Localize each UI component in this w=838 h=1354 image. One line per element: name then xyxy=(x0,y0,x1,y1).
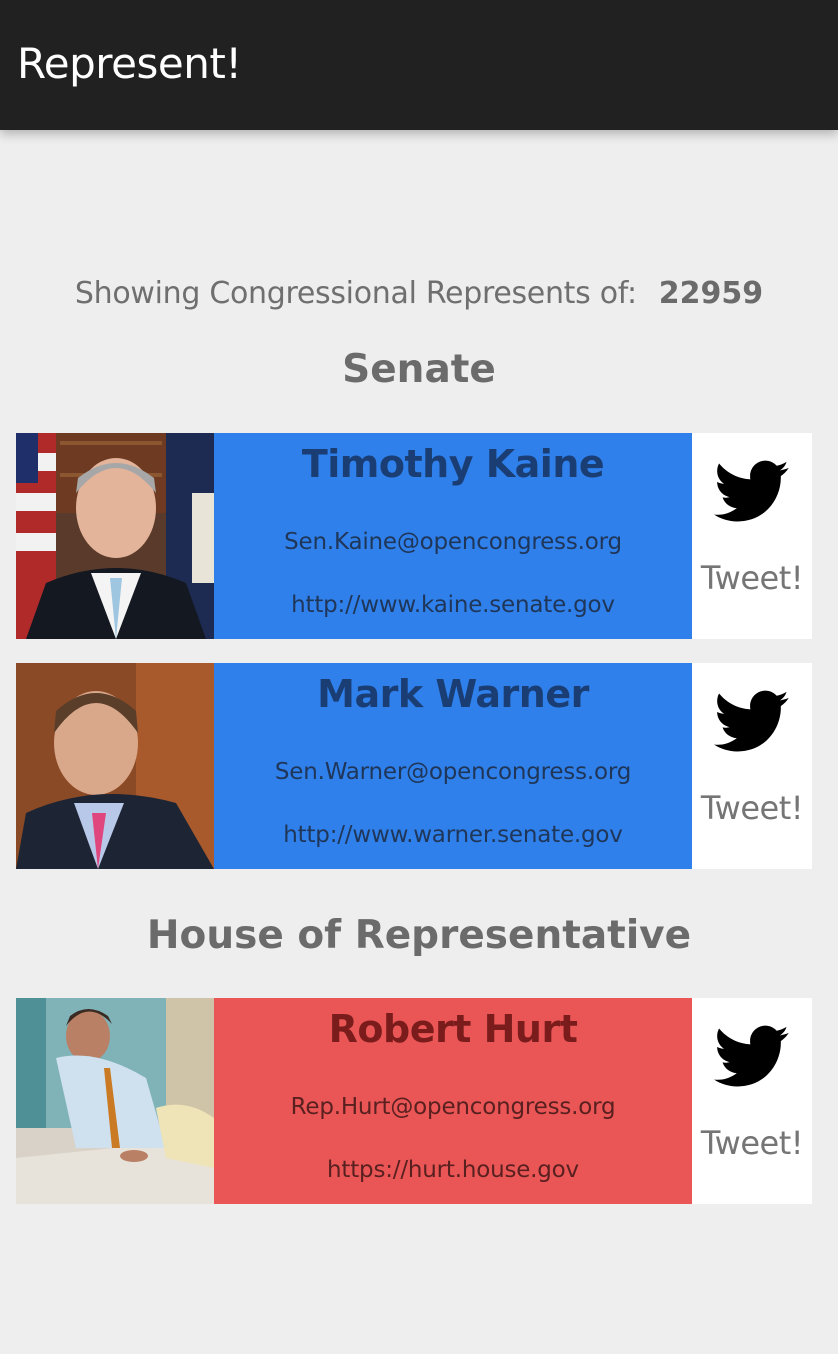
app-title: Represent! xyxy=(17,39,242,88)
rep-card-warner: Mark Warner Sen.Warner@opencongress.org … xyxy=(16,663,812,869)
zip-code: 22959 xyxy=(658,276,764,311)
app-bar: Represent! xyxy=(0,0,838,130)
rep-name: Mark Warner xyxy=(317,672,589,716)
zip-label: Showing Congressional Represents of: xyxy=(74,276,637,311)
rep-email-link[interactable]: Rep.Hurt@opencongress.org xyxy=(214,1092,692,1122)
rep-email-link[interactable]: Sen.Kaine@opencongress.org xyxy=(214,527,692,557)
rep-website-link[interactable]: https://hurt.house.gov xyxy=(214,1155,692,1185)
rep-website-link[interactable]: http://www.kaine.senate.gov xyxy=(214,590,692,620)
tweet-label: Tweet! xyxy=(700,789,804,827)
rep-photo xyxy=(16,663,214,869)
rep-info: Mark Warner Sen.Warner@opencongress.org … xyxy=(214,663,692,869)
twitter-bird-icon xyxy=(714,690,789,752)
rep-info: Timothy Kaine Sen.Kaine@opencongress.org… xyxy=(214,433,692,639)
house-heading: House of Representative xyxy=(146,913,692,958)
tweet-label: Tweet! xyxy=(700,559,804,597)
tweet-button[interactable]: Tweet! xyxy=(692,433,812,639)
rep-card-kaine: Timothy Kaine Sen.Kaine@opencongress.org… xyxy=(16,433,812,639)
rep-name: Robert Hurt xyxy=(328,1007,578,1051)
rep-info: Robert Hurt Rep.Hurt@opencongress.org ht… xyxy=(214,998,692,1204)
rep-photo xyxy=(16,433,214,639)
rep-website-link[interactable]: http://www.warner.senate.gov xyxy=(214,820,692,850)
rep-card-hurt: Robert Hurt Rep.Hurt@opencongress.org ht… xyxy=(16,998,812,1204)
twitter-bird-icon xyxy=(714,460,789,522)
rep-name: Timothy Kaine xyxy=(301,442,605,486)
tweet-button[interactable]: Tweet! xyxy=(692,998,812,1204)
zip-summary: Showing Congressional Represents of: 2295… xyxy=(0,274,838,314)
tweet-label: Tweet! xyxy=(700,1124,804,1162)
senate-heading: Senate xyxy=(342,347,496,392)
twitter-bird-icon xyxy=(714,1025,789,1087)
tweet-button[interactable]: Tweet! xyxy=(692,663,812,869)
rep-photo xyxy=(16,998,214,1204)
rep-email-link[interactable]: Sen.Warner@opencongress.org xyxy=(214,757,692,787)
